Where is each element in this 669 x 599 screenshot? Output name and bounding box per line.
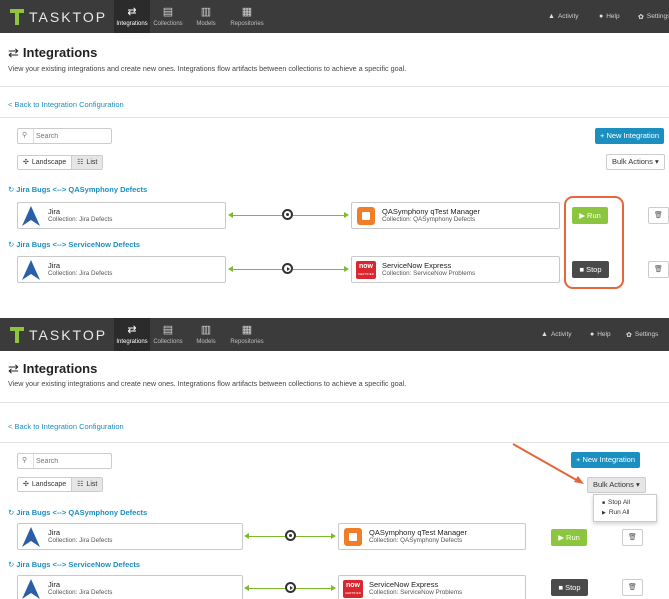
help-link[interactable]: ● Help [599,0,620,33]
annotation-arrow [512,443,584,484]
search-input[interactable] [36,131,108,141]
integration-state-running-icon [282,263,293,274]
annotation-highlight-box [564,196,624,289]
tasktop-logo-mark [10,9,24,25]
landscape-label: Landscape [31,159,67,166]
repository-card-servicenow[interactable]: now CERTIFIED ServiceNow Express Collecti… [351,256,560,283]
search-icon: ⚲ [22,132,28,139]
integration-title-link[interactable]: ↻ Jira Bugs <--> ServiceNow Defects [8,240,140,249]
nav-repositories[interactable]: ▦ Repositories [226,0,268,33]
bulk-actions-label: Bulk Actions [612,157,653,166]
divider [0,86,669,87]
arrow-right-icon [344,266,349,272]
collection-name: Collection: Jira Defects [48,216,113,223]
collection-name: Collection: ServiceNow Problems [382,270,476,277]
integration-name: Jira Bugs <--> QASymphony Defects [16,185,148,194]
collection-name: Collection: Jira Defects [48,270,113,277]
help-icon: ● [599,13,604,20]
jira-logo-icon [22,206,40,226]
integration-title-link[interactable]: ↻ Jira Bugs <--> QASymphony Defects [8,185,147,194]
activity-link[interactable]: ▲ Activity [548,0,579,33]
integration-state-stopped-icon [282,209,293,220]
nav-label: Integrations [116,21,148,27]
repository-name: Jira [48,207,61,216]
jira-logo-icon [22,260,40,280]
search-separator [33,129,34,143]
bell-icon: ▲ [548,13,555,20]
integration-name: Jira Bugs <--> ServiceNow Defects [16,240,141,249]
page-subtitle: View your existing integrations and crea… [8,64,407,73]
flow-line [293,215,345,216]
help-label: Help [606,13,620,20]
nav-models[interactable]: ▥ Models [190,0,222,33]
nav-label: Collections [153,21,183,27]
settings-link[interactable]: ✿ Settings [638,0,669,33]
nav-integrations[interactable]: ⇄ Integrations [114,0,150,33]
repositories-icon: ▦ [241,6,253,18]
repository-name: QASymphony qTest Manager [382,207,480,216]
integrations-icon: ⇄ [8,45,19,60]
servicenow-logo-word: now [359,263,373,270]
integrations-icon: ⇄ [127,6,137,18]
arrow-right-icon [344,212,349,218]
new-integration-button[interactable]: + New Integration [595,128,664,144]
flow-line [232,269,282,270]
screenshot-panel-1: TASKTOP ⇄ Integrations ▤ Collections ▥ M… [0,0,669,295]
collection-name: Collection: QASymphony Defects [382,216,476,223]
refresh-icon: ↻ [8,240,15,249]
landscape-icon: ✣ [23,159,29,166]
repository-name: Jira [48,261,61,270]
list-label: List [86,159,98,166]
repository-card-qasymphony[interactable]: QASymphony qTest Manager Collection: QAS… [351,202,560,229]
activity-label: Activity [557,13,579,20]
collections-icon: ▤ [162,6,174,18]
bulk-actions-button[interactable]: Bulk Actions ▾ [606,154,665,170]
trash-icon: 🗑 [654,212,663,219]
delete-button[interactable]: 🗑 [648,207,669,224]
repository-card-jira[interactable]: Jira Collection: Jira Defects [17,202,226,229]
flow-line [293,269,345,270]
list-view-button[interactable]: ☷ List [71,156,103,169]
settings-label: Settings [646,13,669,20]
gear-icon: ✿ [638,13,644,21]
nav-collections[interactable]: ▤ Collections [150,0,186,33]
tasktop-logo[interactable]: TASKTOP [10,8,107,26]
repository-card-jira[interactable]: Jira Collection: Jira Defects [17,256,226,283]
page-title: ⇄ Integrations [8,45,97,61]
nav-label: Models [196,21,216,27]
qasymphony-logo-icon [357,207,375,225]
servicenow-certified-tag: CERTIFIED [358,272,374,276]
divider [0,117,669,118]
logo-text: TASKTOP [29,9,108,25]
list-icon: ☷ [77,159,84,166]
trash-icon: 🗑 [654,266,663,273]
refresh-icon: ↻ [8,185,15,194]
page-title-text: Integrations [22,45,98,60]
models-icon: ▥ [200,6,212,18]
landscape-view-button[interactable]: ✣ Landscape [18,156,72,169]
caret-down-icon: ▾ [654,157,659,166]
nav-label: Repositories [230,21,264,27]
delete-button[interactable]: 🗑 [648,261,669,278]
search-box[interactable]: ⚲ [17,128,112,144]
top-nav-bar: TASKTOP ⇄ Integrations ▤ Collections ▥ M… [0,0,669,33]
view-toggle: ✣ Landscape ☷ List [17,155,104,170]
back-to-configuration-link[interactable]: < Back to Integration Configuration [8,100,124,109]
repository-name: ServiceNow Express [382,261,452,270]
panel-gap [0,295,669,318]
servicenow-logo-icon: now CERTIFIED [356,261,376,279]
flow-line [232,215,282,216]
screenshot-panel-2: TASKTOP ⇄ Integrations ▤ Collections ▥ M… [0,318,669,599]
